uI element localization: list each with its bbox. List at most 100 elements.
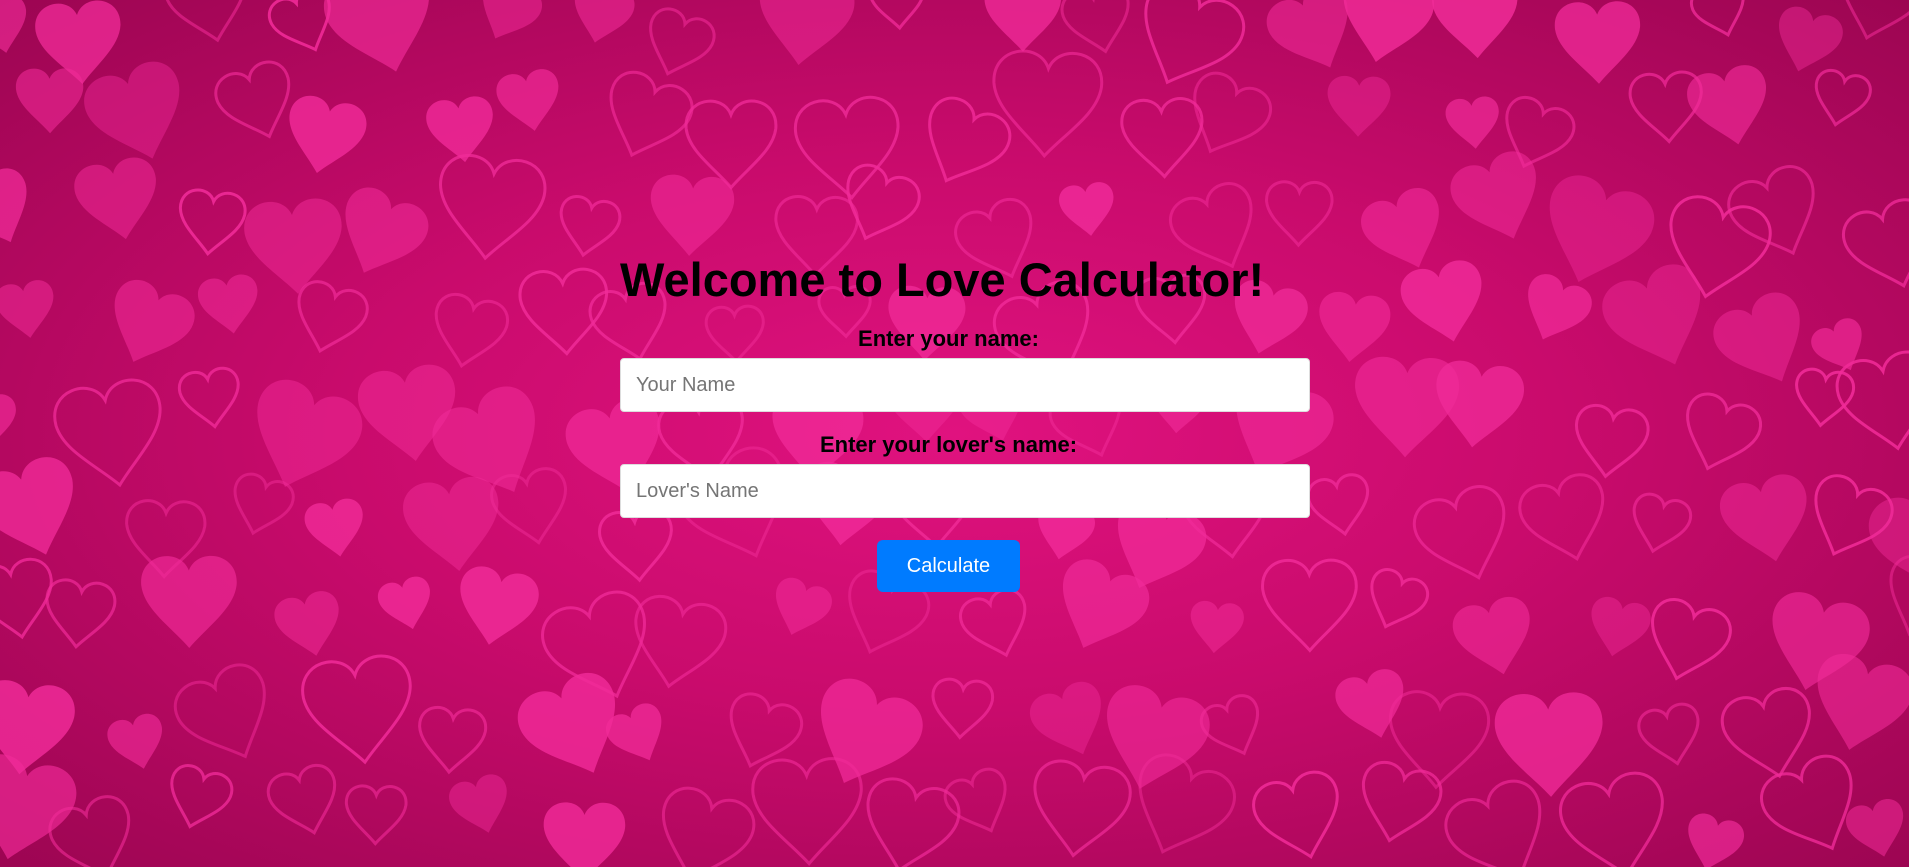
heart-icon [1193, 71, 1273, 154]
heart-icon [1637, 702, 1700, 766]
heart-icon [1120, 97, 1204, 179]
heart-icon [1842, 198, 1909, 288]
heart-icon [377, 576, 430, 630]
heart-icon [490, 467, 567, 545]
heart-icon [1144, 0, 1246, 85]
heart-icon [1265, 180, 1334, 248]
heart-icon [244, 198, 342, 294]
heart-icon [1370, 568, 1430, 629]
heart-icon [304, 498, 363, 557]
heart-icon [177, 366, 240, 429]
heart-icon [1107, 685, 1210, 789]
heart-icon [324, 0, 430, 72]
heart-icon [1727, 165, 1815, 256]
heart-icon [418, 705, 487, 775]
heart-icon [345, 187, 429, 273]
heart-icon [301, 654, 412, 765]
heart-icon [1713, 292, 1800, 382]
heart-icon [1343, 0, 1435, 62]
heart-icon [35, 0, 121, 84]
heart-icon [1720, 686, 1811, 779]
calculator-form: Welcome to Love Calculator! Enter your n… [620, 250, 1310, 592]
heart-icon [434, 292, 510, 369]
heart-icon [1719, 474, 1807, 562]
heart-icon [1432, 0, 1518, 59]
heart-icon [84, 61, 180, 159]
heart-icon [483, 0, 542, 39]
heart-icon [289, 95, 367, 174]
heart-icon [1574, 403, 1650, 479]
heart-icon [449, 774, 507, 833]
heart-icon [1413, 485, 1506, 580]
heart-icon [170, 764, 234, 829]
heart-icon [1689, 0, 1745, 38]
heart-icon [518, 267, 609, 356]
heart-icon [661, 786, 756, 868]
heart-icon [1528, 274, 1592, 340]
heart-icon [1814, 68, 1872, 127]
heart-icon [609, 70, 694, 158]
heart-icon [266, 763, 337, 835]
heart-icon [16, 68, 84, 134]
heart-icon [1436, 360, 1524, 448]
heart-icon [1591, 596, 1651, 657]
heart-icon [1779, 6, 1843, 72]
heart-icon [438, 153, 547, 261]
heart-icon [1518, 473, 1605, 561]
heart-icon [257, 379, 363, 487]
heart-icon [1060, 0, 1130, 54]
heart-icon [1632, 492, 1693, 554]
heart-icon [1190, 600, 1244, 654]
heart-icon [1688, 813, 1745, 868]
heart-icon [178, 188, 247, 257]
heart-icon [559, 194, 622, 258]
lover-name-input[interactable] [620, 464, 1310, 518]
heart-icon [574, 0, 635, 43]
calculate-button[interactable]: Calculate [877, 540, 1020, 592]
heart-icon [173, 663, 266, 759]
heart-icon [928, 96, 1012, 183]
heart-icon [1400, 260, 1482, 342]
heart-icon [650, 174, 734, 256]
heart-icon [1554, 1, 1641, 84]
heart-icon [163, 0, 247, 43]
heart-icon [1327, 75, 1391, 137]
name-label: Enter your name: [858, 326, 1039, 351]
heart-icon [198, 274, 258, 334]
heart-icon [684, 99, 778, 190]
heart-icon [959, 588, 1027, 658]
heart-icon [1362, 760, 1443, 843]
heart-icon [114, 279, 195, 362]
page-title: Welcome to Love Calculator! [620, 253, 1265, 306]
heart-icon [1559, 771, 1664, 868]
heart-icon [868, 0, 926, 31]
heart-icon [992, 49, 1104, 159]
heart-icon [0, 0, 26, 53]
heart-icon [649, 7, 716, 76]
heart-icon [1306, 473, 1370, 537]
heart-icon [0, 394, 16, 449]
heart-icon [1361, 188, 1439, 268]
heart-icon [984, 0, 1061, 52]
heart-icon [1845, 798, 1904, 857]
heart-icon [1687, 65, 1766, 145]
heart-icon [1450, 151, 1536, 239]
heart-icon [1445, 96, 1499, 149]
heart-icon [0, 457, 73, 555]
heart-icon [0, 168, 27, 243]
heart-icon [460, 566, 539, 645]
heart-icon [1059, 182, 1114, 236]
heart-icon [846, 163, 921, 241]
heart-icon [0, 280, 54, 338]
heart-icon [729, 692, 804, 768]
heart-icon [1602, 264, 1701, 365]
heart-icon [1033, 759, 1132, 858]
heart-icon [496, 69, 559, 131]
heart-icon [543, 802, 626, 868]
heart-icon [1335, 669, 1404, 738]
heart-icon [1795, 367, 1855, 428]
heart-icon [1686, 392, 1763, 471]
heart-icon [1252, 770, 1339, 859]
your-name-input[interactable] [620, 358, 1310, 412]
heart-icon [214, 60, 291, 139]
